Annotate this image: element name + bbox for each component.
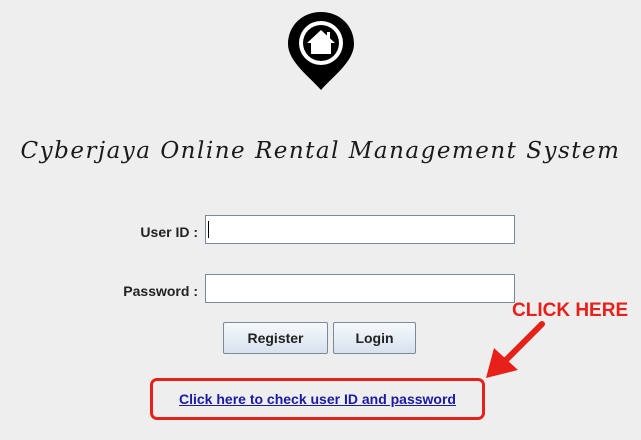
register-button[interactable]: Register [223, 322, 328, 354]
password-field[interactable] [205, 274, 515, 303]
home-location-pin-icon [288, 12, 354, 90]
red-arrow-icon [486, 321, 545, 378]
app-title: Cyberjaya Online Rental Management Syste… [20, 138, 621, 164]
check-credentials-link[interactable]: Click here to check user ID and password [153, 391, 482, 407]
user-id-field[interactable] [205, 215, 515, 244]
login-button[interactable]: Login [333, 322, 416, 354]
link-highlight-box: Click here to check user ID and password [150, 378, 485, 420]
text-caret [208, 221, 209, 238]
password-label: Password : [123, 283, 198, 299]
user-id-label: User ID : [140, 224, 198, 240]
